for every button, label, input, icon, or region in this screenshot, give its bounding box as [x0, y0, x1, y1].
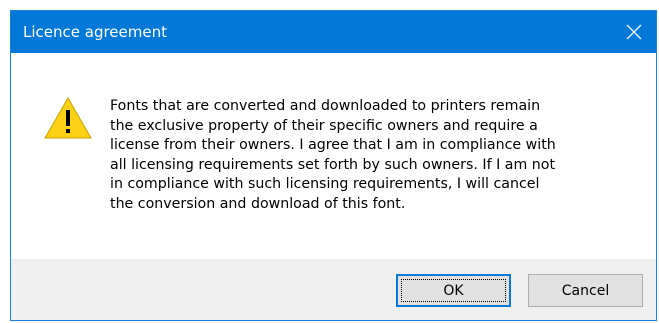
- ok-button[interactable]: OK: [396, 274, 511, 307]
- close-icon: [626, 24, 642, 40]
- focus-ring: [401, 279, 506, 302]
- cancel-button[interactable]: Cancel: [528, 274, 643, 307]
- title-bar[interactable]: Licence agreement: [11, 11, 656, 53]
- dialog-content: Fonts that are converted and downloaded …: [11, 53, 656, 259]
- cancel-button-label: Cancel: [561, 282, 610, 299]
- button-bar: OK Cancel: [11, 259, 656, 320]
- warning-icon: [43, 96, 93, 140]
- close-button[interactable]: [611, 11, 656, 53]
- licence-agreement-dialog: Licence agreement Fonts that are convert…: [10, 10, 657, 321]
- dialog-title: Licence agreement: [23, 23, 167, 41]
- licence-message: Fonts that are converted and downloaded …: [110, 98, 556, 212]
